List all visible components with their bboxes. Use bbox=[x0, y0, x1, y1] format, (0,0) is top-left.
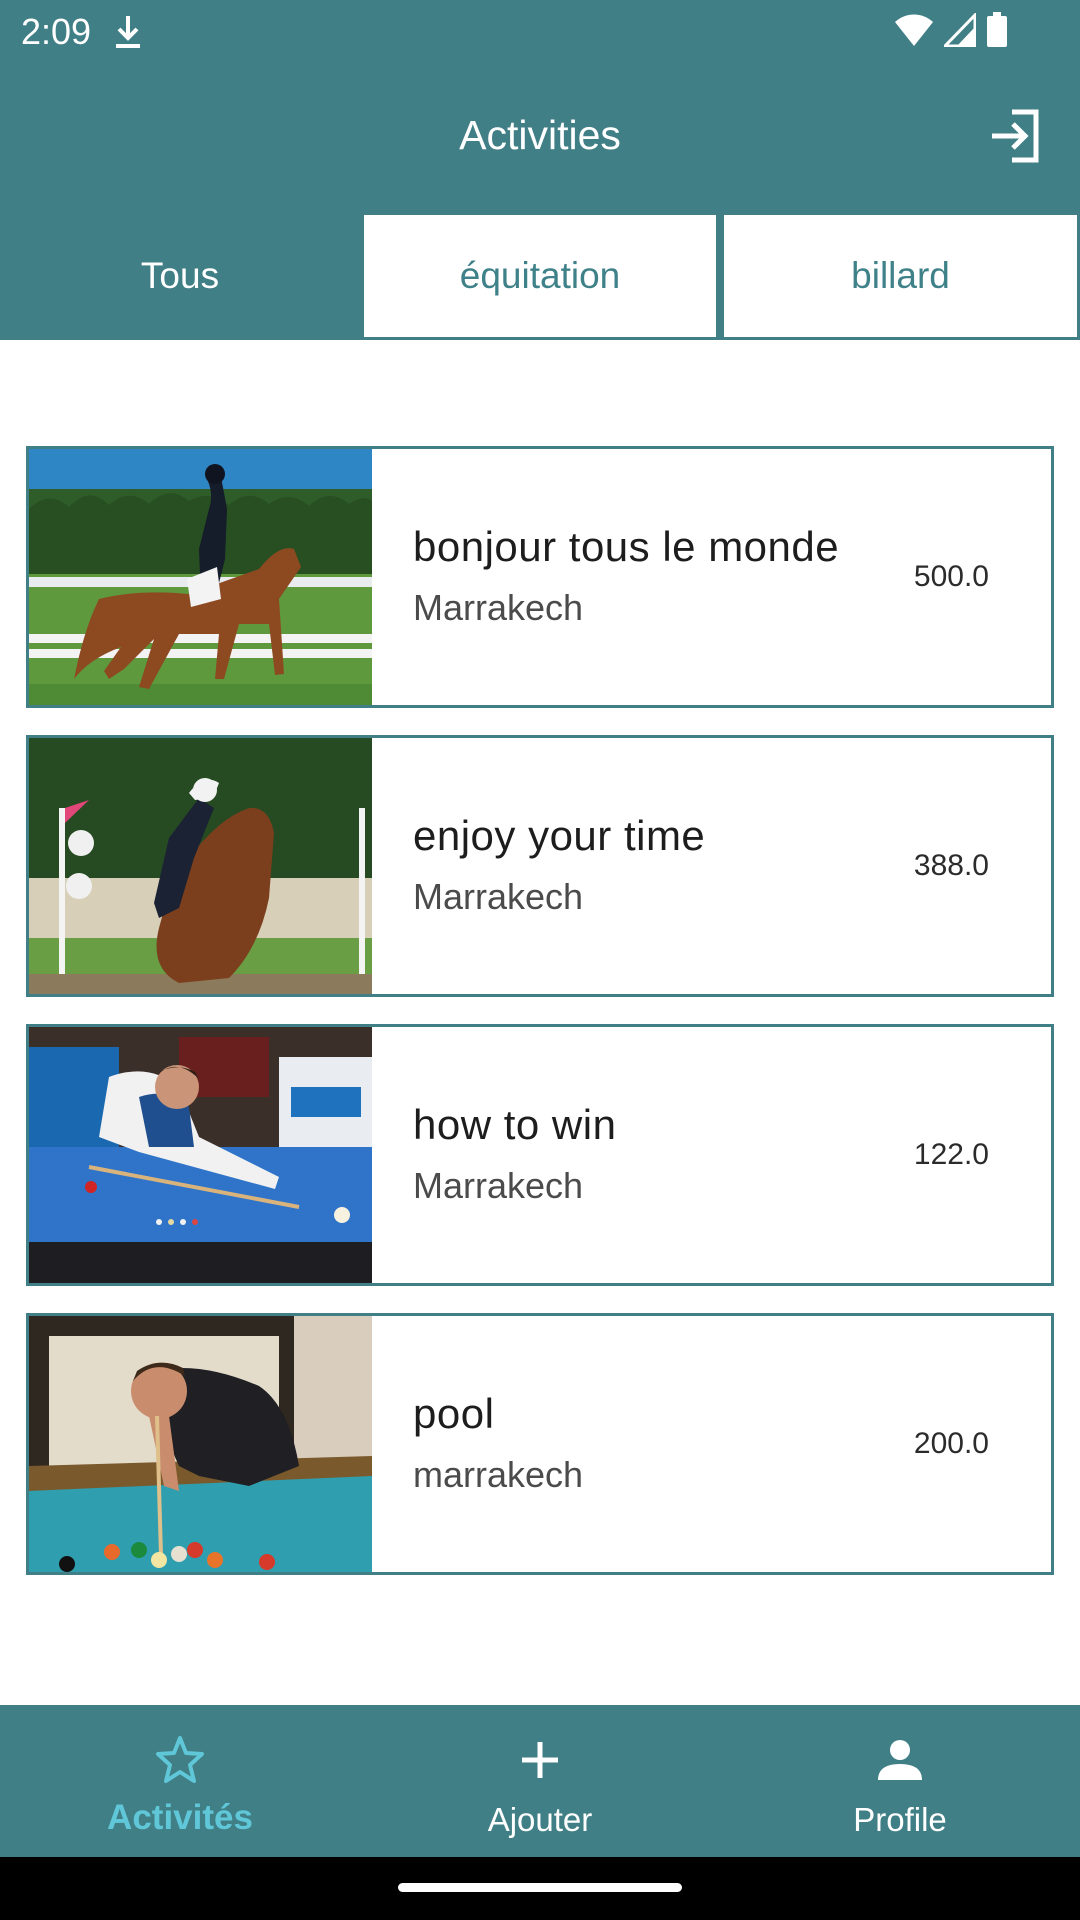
page-title: Activities bbox=[459, 112, 621, 158]
star-icon bbox=[156, 1736, 204, 1783]
nav-label: Profile bbox=[853, 1801, 947, 1838]
eventing-horse-jump-photo bbox=[29, 738, 372, 994]
tab-equitation[interactable]: équitation bbox=[361, 212, 719, 340]
app-bar: Activities bbox=[0, 64, 1080, 212]
nav-item-activites[interactable]: Activités bbox=[0, 1705, 360, 1857]
person-icon bbox=[878, 1740, 922, 1780]
activity-price: 122.0 bbox=[913, 1138, 989, 1171]
activity-list: bonjour tous le monde Marrakech 500.0 en bbox=[26, 446, 1054, 1602]
nav-item-ajouter[interactable]: Ajouter bbox=[360, 1705, 720, 1857]
activity-price: 388.0 bbox=[913, 849, 989, 882]
status-time: 2:09 bbox=[21, 11, 92, 52]
category-tabs: Tous équitation billard bbox=[0, 212, 1080, 340]
activity-price: 200.0 bbox=[913, 1427, 989, 1460]
wifi-icon bbox=[894, 13, 934, 52]
home-gesture-handle[interactable] bbox=[398, 1883, 682, 1892]
logout-icon bbox=[992, 109, 1039, 163]
dressage-horse-photo bbox=[29, 449, 372, 705]
pool-player-photo bbox=[29, 1316, 372, 1572]
nav-item-profile[interactable]: Profile bbox=[720, 1705, 1080, 1857]
battery-icon bbox=[986, 12, 1008, 53]
activity-city: Marrakech bbox=[413, 587, 584, 628]
activity-title: pool bbox=[413, 1390, 495, 1437]
activity-card[interactable]: enjoy your time Marrakech 388.0 bbox=[26, 735, 1054, 997]
activity-title: enjoy your time bbox=[413, 812, 706, 859]
activity-title: bonjour tous le monde bbox=[413, 523, 840, 570]
activity-title: how to win bbox=[413, 1101, 617, 1148]
activity-price: 500.0 bbox=[913, 560, 989, 593]
bottom-navigation: Activités Ajouter Profile bbox=[0, 1705, 1080, 1857]
activity-city: Marrakech bbox=[413, 1165, 584, 1206]
activity-city: Marrakech bbox=[413, 876, 584, 917]
tab-tous[interactable]: Tous bbox=[0, 212, 360, 340]
system-gesture-bar bbox=[0, 1857, 1080, 1920]
activity-city: marrakech bbox=[413, 1454, 584, 1495]
logout-button[interactable] bbox=[986, 106, 1046, 166]
nav-label: Activités bbox=[107, 1798, 253, 1837]
billiards-player-photo bbox=[29, 1027, 372, 1283]
status-bar: 2:09 bbox=[0, 0, 1080, 64]
plus-icon bbox=[522, 1742, 558, 1778]
nav-label: Ajouter bbox=[487, 1801, 593, 1838]
tab-billard[interactable]: billard bbox=[721, 212, 1080, 340]
signal-icon bbox=[941, 11, 977, 52]
activity-card[interactable]: how to win Marrakech 122.0 bbox=[26, 1024, 1054, 1286]
download-icon bbox=[112, 12, 144, 57]
activity-card[interactable]: pool marrakech 200.0 bbox=[26, 1313, 1054, 1575]
activity-card[interactable]: bonjour tous le monde Marrakech 500.0 bbox=[26, 446, 1054, 708]
